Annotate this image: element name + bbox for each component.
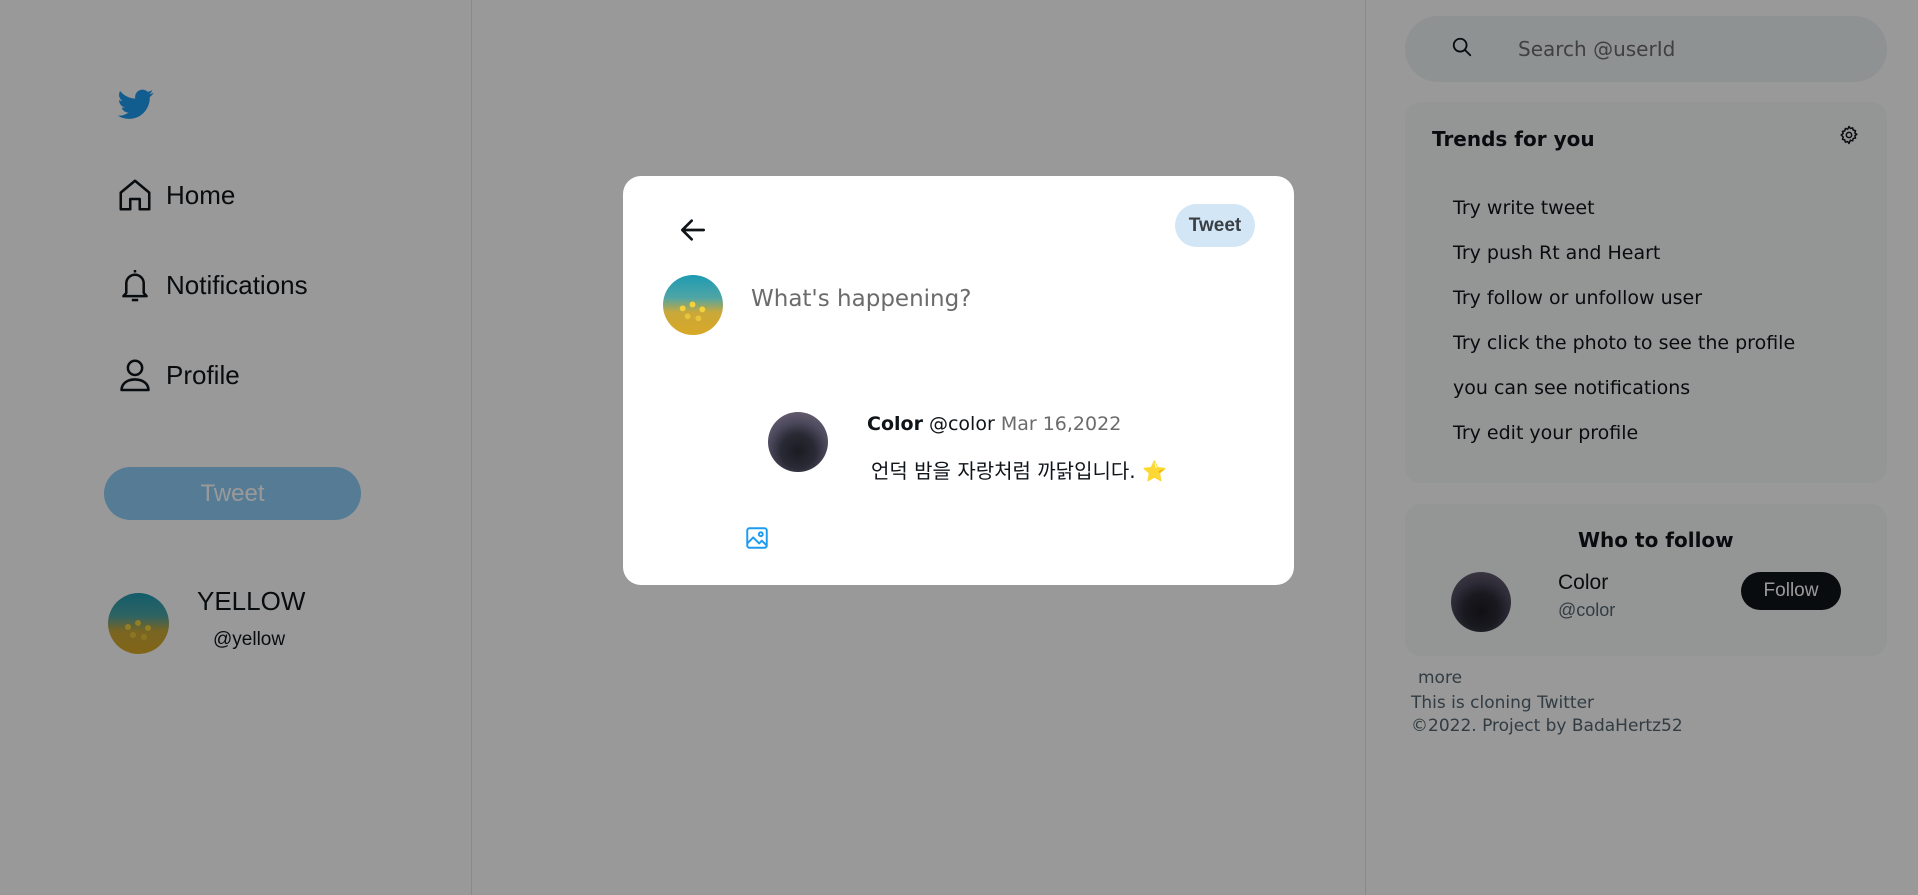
submit-tweet-button[interactable]: Tweet	[1175, 204, 1255, 247]
compose-input[interactable]	[751, 279, 1231, 319]
quoted-tweet-handle: @color	[928, 413, 995, 435]
compose-tweet-modal: Tweet Color @color Mar 16,2022 언덕 밤을 자랑처…	[623, 176, 1294, 585]
add-image-button[interactable]	[744, 525, 770, 551]
image-icon	[746, 527, 768, 549]
quoted-tweet-avatar	[768, 412, 828, 472]
quoted-tweet-text: 언덕 밤을 자랑처럼 까닭입니다. ⭐	[871, 459, 1167, 483]
back-button[interactable]	[677, 214, 709, 246]
compose-avatar	[663, 275, 723, 335]
quoted-tweet-name: Color	[867, 413, 923, 435]
quoted-tweet-date: Mar 16,2022	[1000, 413, 1122, 435]
arrow-left-icon	[681, 219, 705, 241]
quoted-tweet-header: Color @color Mar 16,2022	[867, 413, 1121, 435]
